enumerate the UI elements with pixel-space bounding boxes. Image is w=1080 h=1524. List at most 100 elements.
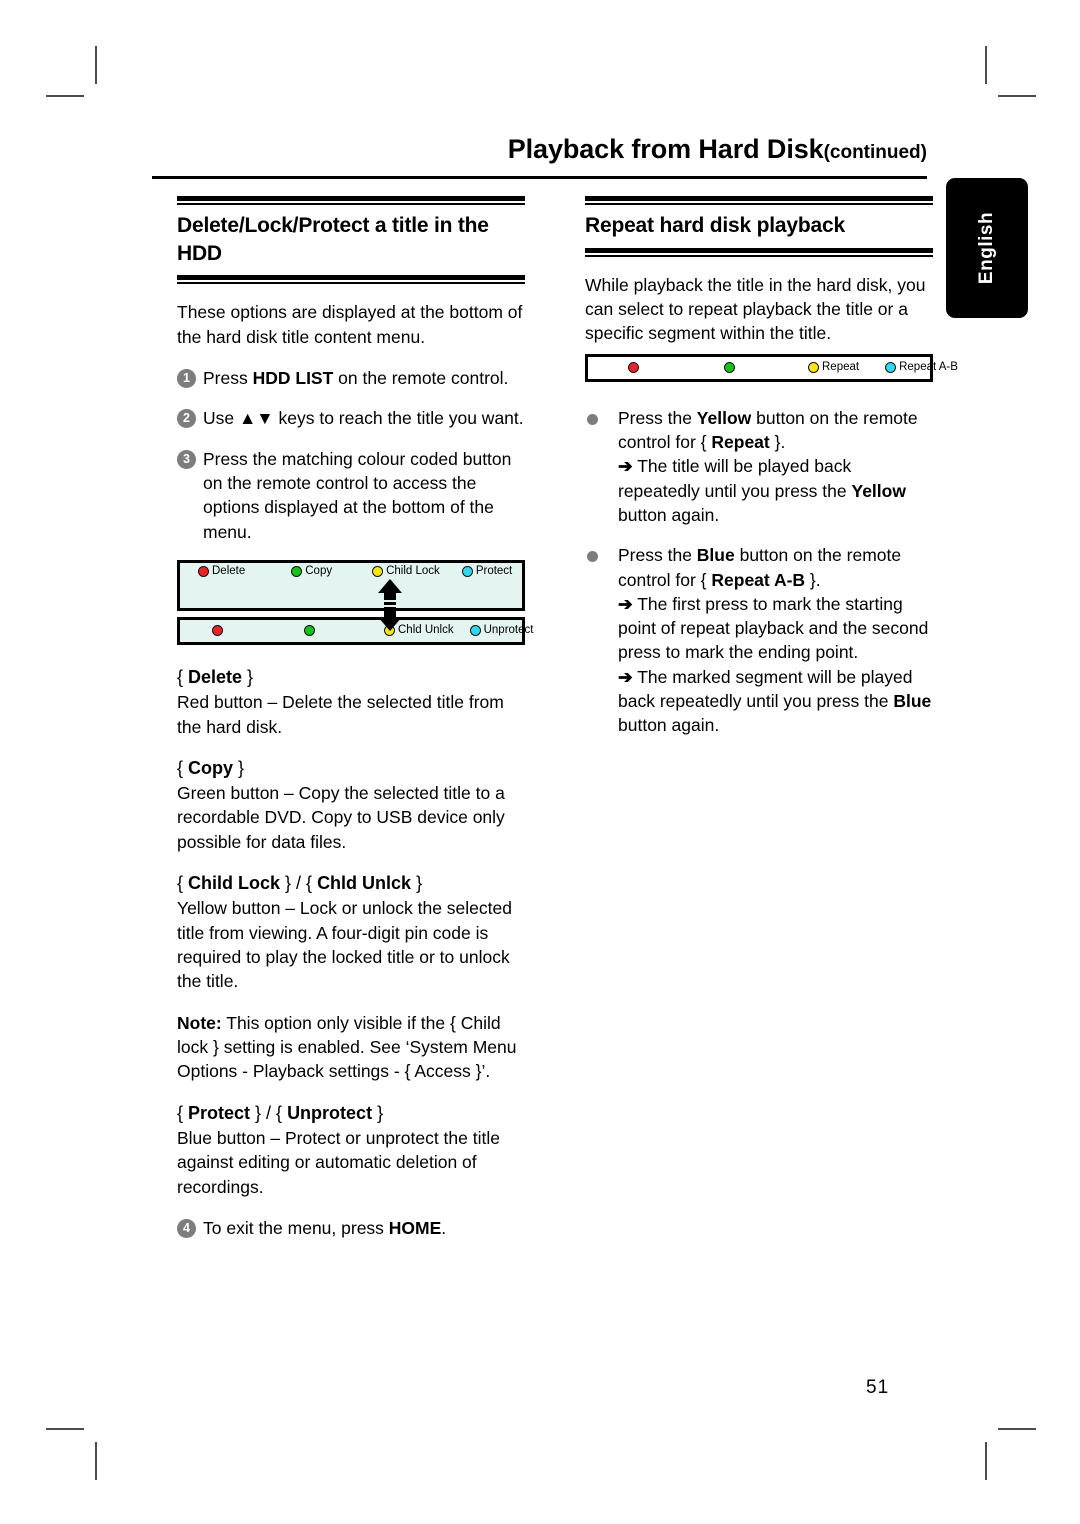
step-1-pre: Press [203, 368, 253, 389]
osd-option-delete: Delete [198, 564, 246, 578]
osd-repeat: Repeat [808, 360, 860, 374]
step-number-3: 3 [177, 449, 196, 469]
red-button-icon [198, 566, 209, 578]
red-button-icon [628, 362, 639, 374]
crop-mark-top-right-vertical [985, 46, 987, 84]
updown-arrow-keys-icon: ▲▼ [238, 408, 274, 429]
step-2: 2 Use ▲▼ keys to reach the title you wan… [177, 406, 525, 430]
blue-button-icon [469, 625, 481, 637]
left-heading-rule-top [177, 196, 525, 205]
hdd-options-illustration: Delete Copy Child Lock Protect Chld Unlc… [177, 559, 533, 645]
hdd-title-options-bar: Delete Copy Child Lock Protect [177, 559, 525, 611]
bullet-dot-icon [587, 551, 598, 563]
step-number-2: 2 [177, 409, 196, 429]
left-column: Delete/Lock/Protect a title in the HDD T… [177, 196, 533, 1256]
bullet-2-result-2-key: Blue [893, 691, 932, 712]
bullet-2-post: }. [805, 569, 821, 590]
green-button-icon [304, 625, 315, 637]
osd-option-protect: Protect [461, 564, 513, 578]
result-arrow-icon: ➔ [618, 593, 633, 614]
option-body-child-lock: Yellow button – Lock or unlock the selec… [177, 898, 512, 992]
osd-option-green-blank [304, 625, 318, 637]
option-heading-copy: { Copy } [177, 757, 245, 778]
bullet-repeat: Press the Yellow button on the remote co… [585, 406, 933, 528]
bullet-2-pre: Press the [618, 545, 697, 566]
bullet-2-result-2-pre: The marked segment will be played back r… [618, 666, 913, 712]
page-title: Playback from Hard Disk [507, 134, 824, 164]
crop-mark-bottom-right-vertical [985, 1442, 987, 1480]
bullet-2-key1: Blue [696, 545, 735, 566]
step-3: 3 Press the matching colour coded button… [177, 447, 525, 544]
osd-option-red-blank [212, 625, 226, 637]
osd-option-chld-unlck-label: Chld Unlck [398, 624, 454, 637]
right-heading-rule-bottom [585, 247, 933, 257]
crop-mark-top-right-horizontal [998, 95, 1036, 97]
osd-repeat-ab-label: Repeat A-B [899, 360, 958, 373]
right-intro-text: While playback the title in the hard dis… [585, 274, 926, 344]
left-heading-rule-bottom [177, 275, 525, 285]
bullet-repeat-ab: Press the Blue button on the remote cont… [585, 543, 933, 738]
right-section-heading: Repeat hard disk playback [585, 214, 845, 237]
step-number-4: 4 [177, 1218, 196, 1238]
language-tab-label: English [976, 211, 997, 285]
bullet-2-result-2: ➔ The marked segment will be played back… [618, 665, 933, 738]
osd-repeat-green-blank [724, 362, 738, 374]
result-arrow-icon: ➔ [618, 456, 633, 477]
bullet-1-result-1: ➔ The title will be played back repeated… [618, 454, 933, 527]
right-column: Repeat hard disk playback While playback… [585, 196, 958, 754]
osd-option-child-lock: Child Lock [372, 565, 440, 578]
step-1-key: HDD LIST [252, 368, 334, 389]
bullet-1-key2: Repeat [711, 431, 770, 452]
osd-option-copy: Copy [291, 564, 333, 578]
crop-mark-bottom-right-horizontal [998, 1428, 1036, 1430]
option-heading-child-lock: { Child Lock } / { Chld Unlck } [177, 873, 423, 894]
green-button-icon [724, 362, 735, 374]
crop-mark-bottom-left-vertical [95, 1442, 97, 1480]
bullet-2-result-1-pre: The first press to mark the starting poi… [618, 593, 929, 663]
red-button-icon [212, 625, 223, 637]
hdd-title-options-bar-alt: Chld Unlck Unprotect [177, 616, 533, 645]
bullet-1-pre: Press the [618, 407, 697, 428]
bullet-1-result-1-key: Yellow [851, 480, 906, 501]
yellow-button-icon [372, 566, 384, 578]
language-tab: English [946, 178, 1028, 318]
toggle-up-down-arrow-icon [378, 578, 402, 631]
osd-option-protect-label: Protect [475, 564, 513, 577]
osd-option-copy-label: Copy [305, 564, 333, 577]
osd-option-delete-label: Delete [212, 564, 246, 577]
blue-button-icon [461, 566, 473, 578]
left-section-heading: Delete/Lock/Protect a title in the HDD [177, 214, 489, 265]
crop-mark-top-left-vertical [95, 46, 97, 84]
osd-option-unprotect: Unprotect [469, 625, 533, 637]
step-1: 1 Press HDD LIST on the remote control. [177, 366, 525, 390]
bullet-dot-icon [587, 413, 598, 425]
step-number-1: 1 [177, 369, 196, 389]
step-2-pre: Use [203, 408, 239, 429]
step-4-post: . [441, 1217, 447, 1238]
bullet-1-post: }. [769, 431, 786, 452]
note-body: This option only visible if the { Child … [177, 1012, 517, 1082]
osd-repeat-ab: Repeat A-B [885, 360, 958, 374]
right-heading-rule-top [585, 196, 933, 205]
osd-repeat-label: Repeat [822, 360, 860, 373]
option-heading-delete: { Delete } [177, 666, 254, 687]
osd-repeat-red-blank [628, 362, 642, 374]
note-label: Note: [177, 1012, 222, 1033]
left-intro-text: These options are displayed at the botto… [177, 302, 523, 347]
option-heading-protect: { Protect } / { Unprotect } [177, 1102, 384, 1123]
bullet-2-result-1: ➔ The first press to mark the starting p… [618, 592, 933, 665]
result-arrow-icon: ➔ [618, 666, 633, 687]
step-1-post: on the remote control. [333, 368, 509, 389]
bullet-2-key2: Repeat A-B [711, 569, 806, 590]
option-body-copy: Green button – Copy the selected title t… [177, 783, 505, 852]
bullet-1-result-1-post: button again. [618, 504, 720, 525]
bullet-1-key1: Yellow [696, 407, 752, 428]
option-note-child-lock: Note: This option only visible if the { … [177, 1011, 525, 1084]
step-4: 4 To exit the menu, press HOME. [177, 1216, 525, 1240]
step-3-text: Press the matching colour coded button o… [203, 448, 512, 542]
step-2-post: keys to reach the title you want. [273, 408, 524, 429]
option-body-delete: Red button – Delete the selected title f… [177, 692, 504, 737]
option-body-protect: Blue button – Protect or unprotect the t… [177, 1127, 500, 1197]
yellow-button-icon [808, 362, 819, 374]
repeat-options-illustration: Repeat Repeat A-B [585, 353, 958, 382]
